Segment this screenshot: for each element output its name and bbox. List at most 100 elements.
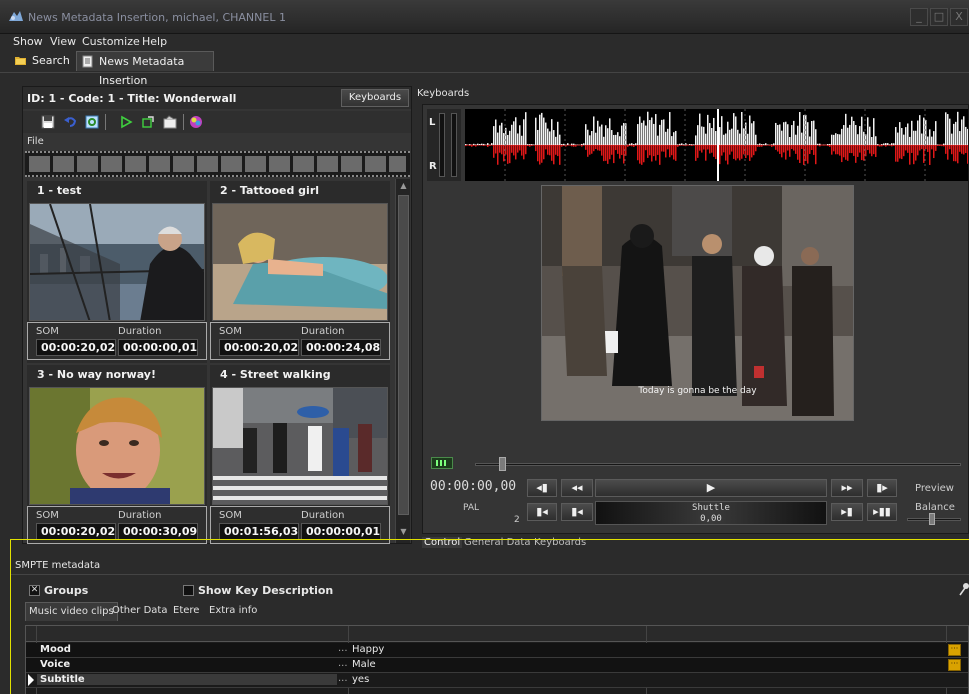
audio-waveform[interactable] xyxy=(465,109,969,181)
window-title: News Metadata Insertion, michael, CHANNE… xyxy=(28,11,286,24)
show-key-description-checkbox[interactable] xyxy=(183,585,194,596)
clip-card[interactable]: 3 - No way norway! SOM Duration 00:00:20… xyxy=(27,365,207,547)
clip-metadata: SOM Duration 00:00:20,02 00:00:24,08 xyxy=(210,322,390,360)
clip-panel-header: ID: 1 - Code: 1 - Title: Wonderwall Keyb… xyxy=(23,87,411,109)
pal-number: 2 xyxy=(514,515,520,525)
duration-label: Duration xyxy=(301,510,345,521)
more-options-button[interactable]: ··· xyxy=(948,644,961,656)
show-key-description-label: Show Key Description xyxy=(198,584,334,597)
filmstrip-frame xyxy=(29,156,50,172)
duration-value[interactable]: 00:00:00,01 xyxy=(118,339,198,356)
smpte-title: SMPTE metadata xyxy=(15,560,101,571)
pin-icon[interactable] xyxy=(959,582,969,596)
som-value[interactable]: 00:01:56,03 xyxy=(219,523,299,540)
shuttle-control[interactable]: Shuttle 0,00 xyxy=(595,501,827,525)
metadata-value[interactable]: Happy xyxy=(352,644,384,655)
search-folder-icon xyxy=(15,57,26,65)
clip-panel-title: ID: 1 - Code: 1 - Title: Wonderwall xyxy=(27,92,237,105)
meter-right-bar xyxy=(451,113,457,177)
smpte-tabs: Music video clips Other Data Etere Extra… xyxy=(25,602,965,621)
duration-value[interactable]: 00:00:00,01 xyxy=(301,523,381,540)
clip-card[interactable]: 2 - Tattooed girl SOM Duration 00:00:20,… xyxy=(210,181,390,363)
capture-icon[interactable] xyxy=(163,115,177,129)
groups-checkbox[interactable]: ✕ xyxy=(29,585,40,596)
metadata-value[interactable]: Male xyxy=(352,659,376,670)
export-icon[interactable] xyxy=(141,115,155,129)
cell-ellipsis[interactable]: ... xyxy=(338,643,348,654)
table-row[interactable]: Voice ... Male ··· xyxy=(26,658,968,673)
timeline-row xyxy=(431,457,965,471)
metadata-grid: Mood ... Happy ··· Voice ... Male ··· Su… xyxy=(25,625,969,694)
document-icon xyxy=(82,55,93,68)
divider xyxy=(11,574,969,575)
scroll-down-icon[interactable]: ▼ xyxy=(398,527,409,539)
filmstrip-frame xyxy=(365,156,386,172)
video-preview[interactable]: Today is gonna be the day xyxy=(541,185,854,421)
duration-value[interactable]: 00:00:30,09 xyxy=(118,523,198,540)
toolbar-separator xyxy=(183,114,184,130)
duration-value[interactable]: 00:00:24,08 xyxy=(301,339,381,356)
more-options-button[interactable]: ··· xyxy=(948,659,961,671)
step-forward-button[interactable]: ▮▸ xyxy=(867,479,897,497)
filmstrip[interactable] xyxy=(25,151,410,177)
play-icon[interactable] xyxy=(119,115,133,129)
clip-thumbnail xyxy=(212,387,388,505)
fast-forward-button[interactable]: ▸▸ xyxy=(831,479,863,497)
tab-news-metadata-insertion[interactable]: News Metadata Insertion xyxy=(76,51,214,87)
tab-etere[interactable]: Etere xyxy=(170,602,202,621)
keyboards-button[interactable]: Keyboards xyxy=(341,89,409,107)
som-value[interactable]: 00:00:20,02 xyxy=(219,339,299,356)
shuttle-value: 0,00 xyxy=(700,514,722,524)
maximize-button[interactable]: □ xyxy=(930,8,948,26)
tab-music-video-clips[interactable]: Music video clips xyxy=(25,602,118,621)
tool-tabs: Search News Metadata Insertion xyxy=(0,50,969,87)
undo-icon[interactable] xyxy=(63,115,77,129)
color-icon[interactable] xyxy=(189,115,203,129)
close-button[interactable]: X xyxy=(950,8,968,26)
clip-card[interactable]: 4 - Street walking SOM Duration 00:01:56… xyxy=(210,365,390,547)
next-mark-button[interactable]: ▸▮ xyxy=(831,503,863,521)
clip-thumbnail xyxy=(29,387,205,505)
clip-thumbnail xyxy=(29,203,205,321)
menu-help[interactable]: Help xyxy=(142,35,167,48)
save-icon[interactable] xyxy=(41,115,55,129)
play-button[interactable]: ▶ xyxy=(595,479,827,497)
scrollbar-thumb[interactable] xyxy=(398,195,409,515)
toolbar-separator xyxy=(105,114,106,130)
timeline-slider-handle[interactable] xyxy=(499,457,507,471)
som-value[interactable]: 00:00:20,02 xyxy=(36,523,116,540)
metadata-value[interactable]: yes xyxy=(352,674,369,685)
table-row[interactable]: Subtitle ... yes xyxy=(26,673,968,688)
balance-slider-handle[interactable] xyxy=(929,513,935,525)
som-label: SOM xyxy=(219,326,242,337)
tab-other-data[interactable]: Other Data xyxy=(109,602,170,621)
menu-show[interactable]: Show xyxy=(13,35,43,48)
tab-extra-info[interactable]: Extra info xyxy=(206,602,260,621)
menu-customize[interactable]: Customize xyxy=(82,35,140,48)
rewind-button[interactable]: ◂◂ xyxy=(561,479,593,497)
filmstrip-frame xyxy=(269,156,290,172)
preview-label[interactable]: Preview xyxy=(915,483,954,494)
clip-card[interactable]: 1 - test SOM Duration 00:00:20,02 00:00:… xyxy=(27,181,207,363)
timeline-slider[interactable] xyxy=(475,463,961,466)
previous-mark-button[interactable]: ▮◂ xyxy=(561,503,593,521)
window-title-bar: News Metadata Insertion, michael, CHANNE… xyxy=(0,0,969,34)
minimize-button[interactable]: _ xyxy=(910,8,928,26)
refresh-icon[interactable] xyxy=(85,115,99,129)
cell-ellipsis[interactable]: ... xyxy=(338,658,348,669)
pal-label: PAL xyxy=(463,503,480,513)
step-back-button[interactable]: ◂▮ xyxy=(527,479,557,497)
table-row[interactable]: Mood ... Happy ··· xyxy=(26,643,968,658)
cell-ellipsis[interactable]: ... xyxy=(338,673,348,684)
menu-view[interactable]: View xyxy=(50,35,76,48)
clip-list-scrollbar[interactable]: ▲ ▼ xyxy=(395,179,410,543)
scroll-up-icon[interactable]: ▲ xyxy=(398,181,409,193)
som-value[interactable]: 00:00:20,02 xyxy=(36,339,116,356)
go-to-end-button[interactable]: ▸▮▮ xyxy=(867,503,897,521)
som-label: SOM xyxy=(36,510,59,521)
shuttle-label: Shuttle xyxy=(692,503,730,513)
balance-label: Balance xyxy=(915,502,955,513)
go-to-start-button[interactable]: ▮◂ xyxy=(527,503,557,521)
filmstrip-frame xyxy=(149,156,170,172)
tab-search[interactable]: Search xyxy=(10,51,72,71)
